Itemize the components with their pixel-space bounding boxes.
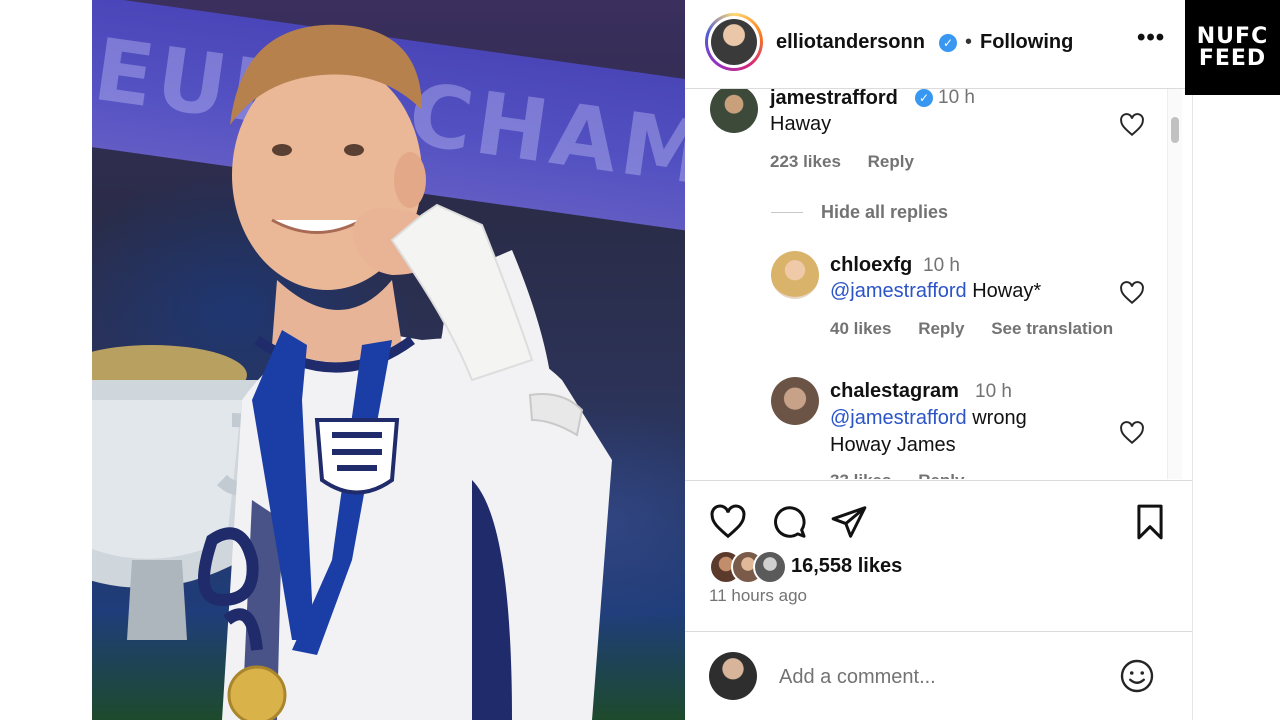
see-translation-button[interactable]: See translation xyxy=(991,319,1113,338)
reply-body: Howay* xyxy=(972,280,1042,302)
emoji-icon[interactable] xyxy=(1119,658,1155,694)
reply-username[interactable]: chalestagram xyxy=(830,380,959,403)
reply-meta: 40 likes Reply See translation xyxy=(830,319,1113,339)
reply-avatar[interactable] xyxy=(771,251,819,299)
post-header: elliotandersonn ✓ • Following ••• xyxy=(685,0,1192,89)
mention-link[interactable]: @jamestrafford xyxy=(830,280,967,302)
like-reply-heart-icon[interactable] xyxy=(1119,420,1145,446)
comment-bubble-icon[interactable] xyxy=(770,503,808,541)
hide-replies-button[interactable]: Hide all replies xyxy=(821,202,948,223)
reply-button[interactable]: Reply xyxy=(918,471,964,479)
author-avatar[interactable] xyxy=(705,13,763,71)
comment-likes[interactable]: 223 likes xyxy=(770,152,841,171)
reply-body-line2: Howay James xyxy=(830,434,956,456)
reply-likes[interactable]: 40 likes xyxy=(830,319,891,338)
reply-text: @jamestrafford wrong Howay James xyxy=(830,405,1027,459)
comment-meta: 223 likes Reply xyxy=(770,152,914,172)
nufc-feed-logo: NUFC FEED xyxy=(1185,0,1280,95)
like-comment-heart-icon[interactable] xyxy=(1119,112,1145,138)
reply-avatar[interactable] xyxy=(771,377,819,425)
player-illustration xyxy=(92,24,612,720)
liker-avatars[interactable] xyxy=(709,550,789,584)
separator-dot: • xyxy=(965,31,973,53)
post-actions: 16,558 likes 11 hours ago xyxy=(685,480,1192,631)
save-bookmark-icon[interactable] xyxy=(1131,503,1169,541)
reply-text: @jamestrafford Howay* xyxy=(830,278,1041,305)
post-panel: elliotandersonn ✓ • Following ••• jamest… xyxy=(685,0,1193,720)
more-options-icon[interactable]: ••• xyxy=(1137,24,1165,52)
verified-badge-icon: ✓ xyxy=(939,34,957,52)
logo-line-2: FEED xyxy=(1198,45,1267,71)
comment-text: Haway xyxy=(770,113,832,135)
comment-avatar[interactable] xyxy=(710,89,758,133)
comment-time[interactable]: 10 h xyxy=(938,89,975,109)
following-button[interactable]: Following xyxy=(980,31,1073,54)
comment-input[interactable] xyxy=(777,662,1111,692)
current-user-avatar xyxy=(709,652,757,700)
reply-username[interactable]: chloexfg xyxy=(830,254,912,277)
reply-body: wrong xyxy=(972,407,1027,429)
author-username[interactable]: elliotandersonn xyxy=(776,31,925,54)
mention-link[interactable]: @jamestrafford xyxy=(830,407,967,429)
replies-divider xyxy=(771,212,803,213)
add-comment-bar xyxy=(685,631,1192,721)
comment-username[interactable]: jamestrafford xyxy=(770,89,898,110)
like-heart-icon[interactable] xyxy=(709,503,747,541)
post-timestamp[interactable]: 11 hours ago xyxy=(709,586,807,606)
like-reply-heart-icon[interactable] xyxy=(1119,280,1145,306)
logo-line-1: NUFC xyxy=(1196,23,1269,49)
comments-list[interactable]: jamestrafford ✓ 10 h Haway 223 likes Rep… xyxy=(685,89,1192,479)
reply-button[interactable]: Reply xyxy=(918,319,964,338)
liker-avatar xyxy=(753,550,787,584)
reply-button[interactable]: Reply xyxy=(868,152,914,171)
reply-time[interactable]: 10 h xyxy=(923,255,960,277)
share-paper-plane-icon[interactable] xyxy=(830,503,868,541)
verified-badge-icon: ✓ xyxy=(915,89,933,107)
likes-count[interactable]: 16,558 likes xyxy=(791,555,902,578)
reply-likes[interactable]: 33 likes xyxy=(830,471,891,479)
scrollbar-thumb[interactable] xyxy=(1171,117,1179,143)
post-media[interactable]: EURO CHAMPIONS xyxy=(92,0,685,720)
reply-meta: 33 likes Reply xyxy=(830,471,964,479)
comments-scrollbar[interactable] xyxy=(1167,89,1182,479)
reply-time[interactable]: 10 h xyxy=(975,381,1012,403)
